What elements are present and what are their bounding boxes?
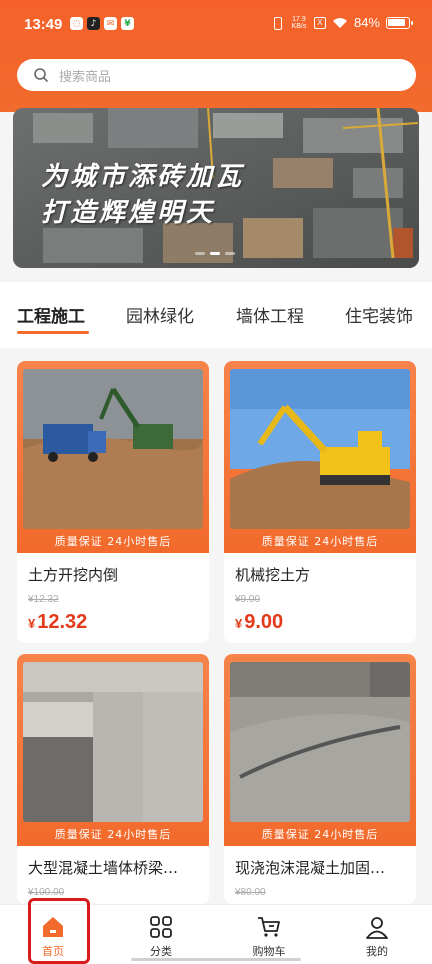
product-card[interactable]: 质量保证 24小时售后 土方开挖内倒 ¥12.32 ¥12.32 <box>17 361 209 643</box>
product-price-value: 9.00 <box>244 611 284 633</box>
product-original-price: ¥80.00 <box>235 887 266 898</box>
product-guarantee-tag: 质量保证 24小时售后 <box>261 828 379 841</box>
product-price: ¥12.32 <box>28 611 87 634</box>
user-icon <box>366 917 388 939</box>
banner-headline-1: 为城市添砖加瓦 <box>41 162 245 192</box>
search-bar[interactable]: 搜索商品 <box>17 59 416 91</box>
product-title: 大型混凝土墙体桥梁… <box>28 859 179 877</box>
network-speed-value: 17.9 <box>292 15 306 23</box>
product-image <box>23 369 203 529</box>
gesture-bar[interactable] <box>131 958 301 961</box>
promo-banner[interactable]: 为城市添砖加瓦 打造辉煌明天 <box>13 108 419 268</box>
tab-landscaping[interactable]: 园林绿化 <box>126 302 194 327</box>
tab-engineering[interactable]: 工程施工 <box>17 302 85 327</box>
product-card[interactable]: 质量保证 24小时售后 机械挖土方 ¥9.00 ¥9.00 <box>224 361 416 643</box>
product-guarantee-tag: 质量保证 24小时售后 <box>54 828 172 841</box>
product-image <box>230 662 410 822</box>
banner-headline-2: 打造辉煌明天 <box>41 198 216 228</box>
nav-category[interactable]: 分类 <box>121 905 201 964</box>
banner-dot[interactable] <box>195 252 205 255</box>
product-original-price: ¥9.00 <box>235 594 261 605</box>
banner-dot-active[interactable] <box>210 252 220 255</box>
product-card[interactable]: 质量保证 24小时售后 现浇泡沫混凝土加固… ¥80.00 <box>224 654 416 904</box>
sim-icon: X <box>313 16 326 29</box>
product-image <box>230 369 410 529</box>
home-highlight-box <box>28 898 90 964</box>
app-notification-icon: ◌ <box>70 17 83 30</box>
product-guarantee-tag: 质量保证 24小时售后 <box>261 535 379 548</box>
wifi-icon <box>332 17 347 28</box>
product-title: 机械挖土方 <box>235 566 311 584</box>
active-tab-indicator <box>17 331 89 334</box>
tab-home-decoration[interactable]: 住宅装饰 <box>345 302 413 327</box>
product-image <box>23 662 203 822</box>
product-title: 现浇泡沫混凝土加固… <box>235 859 386 877</box>
cart-icon <box>258 917 280 937</box>
tab-wall-works[interactable]: 墙体工程 <box>236 302 304 327</box>
status-bar: 13:49 ◌ ♪ ✉ ¥ 17.9 KB/s X 84% <box>0 0 432 52</box>
message-icon: ✉ <box>104 17 117 30</box>
battery-icon <box>386 16 413 29</box>
banner-dot[interactable] <box>225 252 235 255</box>
network-speed: 17.9 KB/s <box>290 16 308 30</box>
status-time: 13:49 <box>24 16 63 33</box>
currency-symbol: ¥ <box>28 616 36 631</box>
vibrate-icon <box>270 16 284 30</box>
notification-icons: ◌ ♪ ✉ ¥ <box>70 17 134 30</box>
status-indicators: 17.9 KB/s X 84% <box>270 15 413 30</box>
product-price-value: 12.32 <box>37 611 88 633</box>
nav-cart-label: 购物车 <box>252 945 286 958</box>
search-placeholder: 搜索商品 <box>59 69 112 85</box>
network-speed-unit: KB/s <box>291 22 307 30</box>
wechat-pay-icon: ¥ <box>121 17 134 30</box>
product-original-price: ¥12.32 <box>28 594 59 605</box>
tiktok-icon: ♪ <box>87 17 100 30</box>
nav-profile[interactable]: 我的 <box>337 905 417 964</box>
battery-percentage: 84% <box>353 15 380 30</box>
nav-category-label: 分类 <box>150 945 172 958</box>
product-card[interactable]: 质量保证 24小时售后 大型混凝土墙体桥梁… ¥100.00 <box>17 654 209 904</box>
nav-profile-label: 我的 <box>366 945 388 958</box>
product-title: 土方开挖内倒 <box>28 566 119 584</box>
category-grid-icon <box>150 916 172 938</box>
banner-pagination <box>195 252 235 255</box>
product-guarantee-tag: 质量保证 24小时售后 <box>54 535 172 548</box>
product-price: ¥9.00 <box>235 611 283 634</box>
search-icon <box>34 68 48 82</box>
product-original-price: ¥100.00 <box>28 887 65 898</box>
nav-cart[interactable]: 购物车 <box>229 905 309 964</box>
app-root: { "status_bar": { "time": "13:49", "net_… <box>0 0 432 964</box>
category-tabs: 工程施工 园林绿化 墙体工程 住宅装饰 <box>0 282 432 348</box>
currency-symbol: ¥ <box>235 616 243 631</box>
